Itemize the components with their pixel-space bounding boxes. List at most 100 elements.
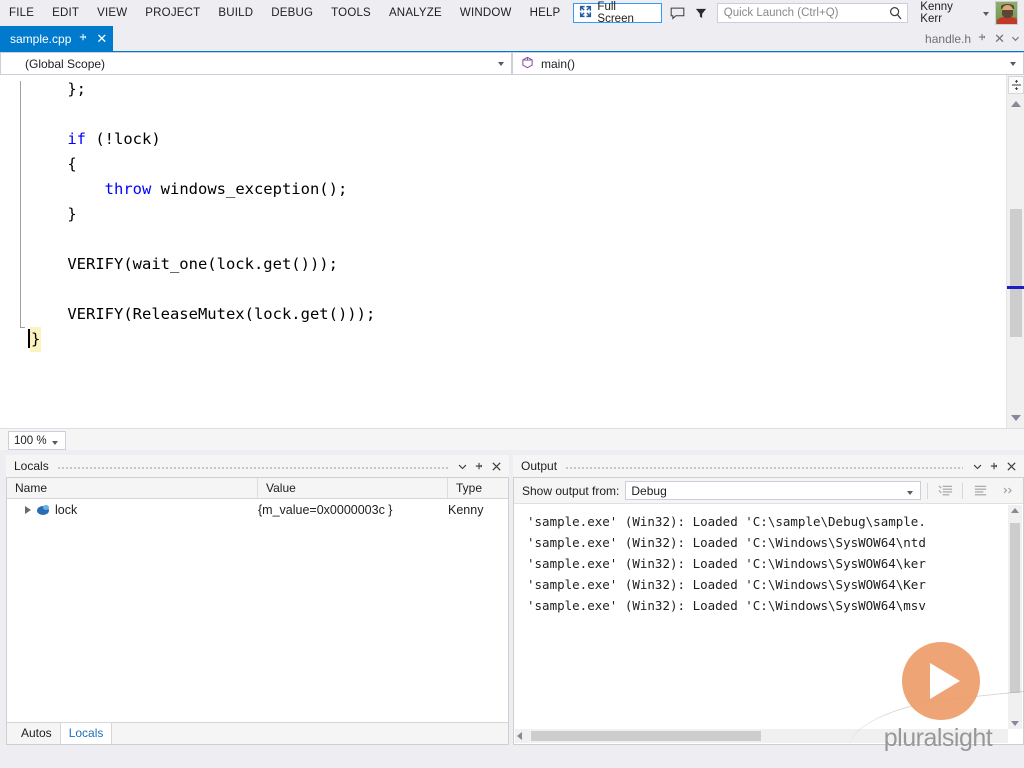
quick-launch-container[interactable] (716, 3, 909, 24)
member-dropdown[interactable]: main() (512, 52, 1024, 75)
panel-dropdown-button[interactable] (969, 457, 986, 475)
expand-triangle-icon[interactable] (25, 506, 31, 514)
output-vertical-scrollbar[interactable] (1008, 505, 1022, 729)
scroll-down-button[interactable] (1007, 410, 1024, 426)
menu-analyze[interactable]: ANALYZE (380, 3, 451, 23)
panel-close-button[interactable] (1003, 457, 1020, 475)
editor-status-strip: 100 % (0, 428, 1024, 450)
code-folding-margin[interactable] (14, 75, 30, 428)
tab-handle-h[interactable]: handle.h ✕ (917, 26, 1024, 51)
avatar[interactable] (994, 1, 1019, 25)
full-screen-button[interactable]: Full Screen (573, 1, 662, 25)
zoom-level-dropdown[interactable]: 100 % (8, 431, 66, 450)
funnel-icon[interactable] (689, 2, 712, 24)
locals-panel-header[interactable]: Locals (6, 455, 509, 477)
scroll-up-button[interactable] (1011, 508, 1019, 513)
scroll-left-button[interactable] (517, 732, 522, 740)
output-line: 'sample.exe' (Win32): Loaded 'C:\Windows… (527, 535, 926, 550)
locals-row-name: lock (55, 503, 78, 517)
method-icon (521, 56, 534, 72)
panel-drag-grip[interactable] (56, 465, 448, 471)
output-horizontal-scrollbar[interactable] (515, 729, 1008, 743)
chevron-down-icon[interactable] (52, 441, 58, 445)
speech-bubble-icon[interactable] (666, 2, 689, 24)
scroll-down-button[interactable] (1011, 721, 1019, 726)
overflow-chevron-icon[interactable] (997, 481, 1019, 501)
column-header-name[interactable]: Name (7, 478, 258, 498)
menu-bar: FILE EDIT VIEW PROJECT BUILD DEBUG TOOLS… (0, 0, 1024, 26)
code-keyword: if (67, 130, 86, 148)
table-row[interactable]: lock {m_value=0x0000003c } Kenny (7, 499, 508, 521)
output-text[interactable]: 'sample.exe' (Win32): Loaded 'C:\sample\… (515, 505, 1008, 729)
panel-close-button[interactable] (488, 457, 505, 475)
column-header-type[interactable]: Type (448, 478, 508, 498)
menu-help[interactable]: HELP (521, 3, 570, 23)
clear-all-icon[interactable] (969, 481, 991, 501)
menu-window[interactable]: WINDOW (451, 3, 521, 23)
avatar-beard (1001, 10, 1013, 18)
output-source-dropdown[interactable]: Debug (625, 481, 922, 500)
code-folding-guide (20, 81, 21, 328)
user-menu-chevron-down-icon[interactable] (982, 12, 989, 16)
scroll-up-button[interactable] (1007, 96, 1024, 112)
menu-debug[interactable]: DEBUG (262, 3, 322, 23)
panel-dropdown-button[interactable] (454, 457, 471, 475)
tab-locals[interactable]: Locals (59, 722, 113, 744)
scope-dropdown[interactable]: (Global Scope) (0, 52, 512, 75)
text-caret (28, 329, 30, 348)
scrollbar-thumb[interactable] (1010, 209, 1022, 337)
full-screen-label: Full Screen (597, 1, 634, 25)
locals-row-value[interactable]: {m_value=0x0000003c } (258, 503, 448, 517)
search-input[interactable] (717, 7, 908, 19)
editor-vertical-scrollbar[interactable] (1006, 75, 1024, 428)
column-header-value[interactable]: Value (258, 478, 448, 498)
output-panel-header[interactable]: Output (513, 455, 1024, 477)
chevron-down-icon[interactable] (907, 491, 914, 495)
pin-icon[interactable] (977, 32, 988, 46)
search-icon[interactable] (889, 6, 903, 24)
code-token: } (30, 205, 77, 223)
panel-pin-button[interactable] (471, 457, 488, 475)
scrollbar-thumb[interactable] (531, 731, 761, 741)
menu-view[interactable]: VIEW (88, 3, 136, 23)
chevron-down-icon[interactable] (1010, 62, 1016, 66)
code-token: (!lock) (86, 130, 161, 148)
code-token: { (30, 155, 77, 173)
chevron-down-icon[interactable] (1011, 32, 1020, 46)
scope-dropdown-value: (Global Scope) (25, 56, 106, 71)
menu-bar-right: HELP Full Screen Quick Launch (Ctrl+Q) K… (521, 1, 1024, 25)
locals-column-headers: Name Value Type (7, 478, 508, 499)
code-editor[interactable]: }; if (!lock) { throw windows_exception(… (0, 75, 1024, 428)
expand-arrows-icon (579, 5, 592, 21)
chevron-down-icon[interactable] (498, 62, 504, 66)
find-message-icon[interactable] (934, 481, 956, 501)
code-token: VERIFY(wait_one(lock.get())); (30, 255, 338, 273)
document-tab-strip: sample.cpp ✕ handle.h ✕ (0, 26, 1024, 52)
pin-icon[interactable] (78, 32, 89, 46)
menu-edit[interactable]: EDIT (43, 3, 88, 23)
tab-sample-cpp[interactable]: sample.cpp ✕ (0, 26, 114, 51)
toolbar-separator (962, 482, 964, 499)
menu-tools[interactable]: TOOLS (322, 3, 380, 23)
panel-pin-button[interactable] (986, 457, 1003, 475)
user-name-label[interactable]: Kenny Kerr (914, 1, 978, 25)
scrollbar-thumb[interactable] (1010, 523, 1020, 693)
code-token: windows_exception(); (151, 180, 348, 198)
close-icon[interactable]: ✕ (994, 32, 1005, 45)
glyph-margin[interactable] (0, 75, 14, 428)
menu-build[interactable]: BUILD (209, 3, 262, 23)
locals-row-type: Kenny (448, 503, 484, 517)
menu-project[interactable]: PROJECT (136, 3, 209, 23)
menu-file[interactable]: FILE (0, 3, 43, 23)
tab-autos[interactable]: Autos (13, 723, 60, 744)
split-view-button[interactable] (1008, 76, 1024, 94)
locals-row-name-cell[interactable]: lock (7, 503, 258, 517)
output-line: 'sample.exe' (Win32): Loaded 'C:\Windows… (527, 577, 926, 592)
avatar-body (996, 17, 1018, 24)
caret-position-marker (1007, 286, 1024, 289)
close-icon[interactable]: ✕ (96, 32, 107, 45)
code-text[interactable]: }; if (!lock) { throw windows_exception(… (28, 75, 1006, 428)
panel-drag-grip[interactable] (565, 465, 963, 471)
